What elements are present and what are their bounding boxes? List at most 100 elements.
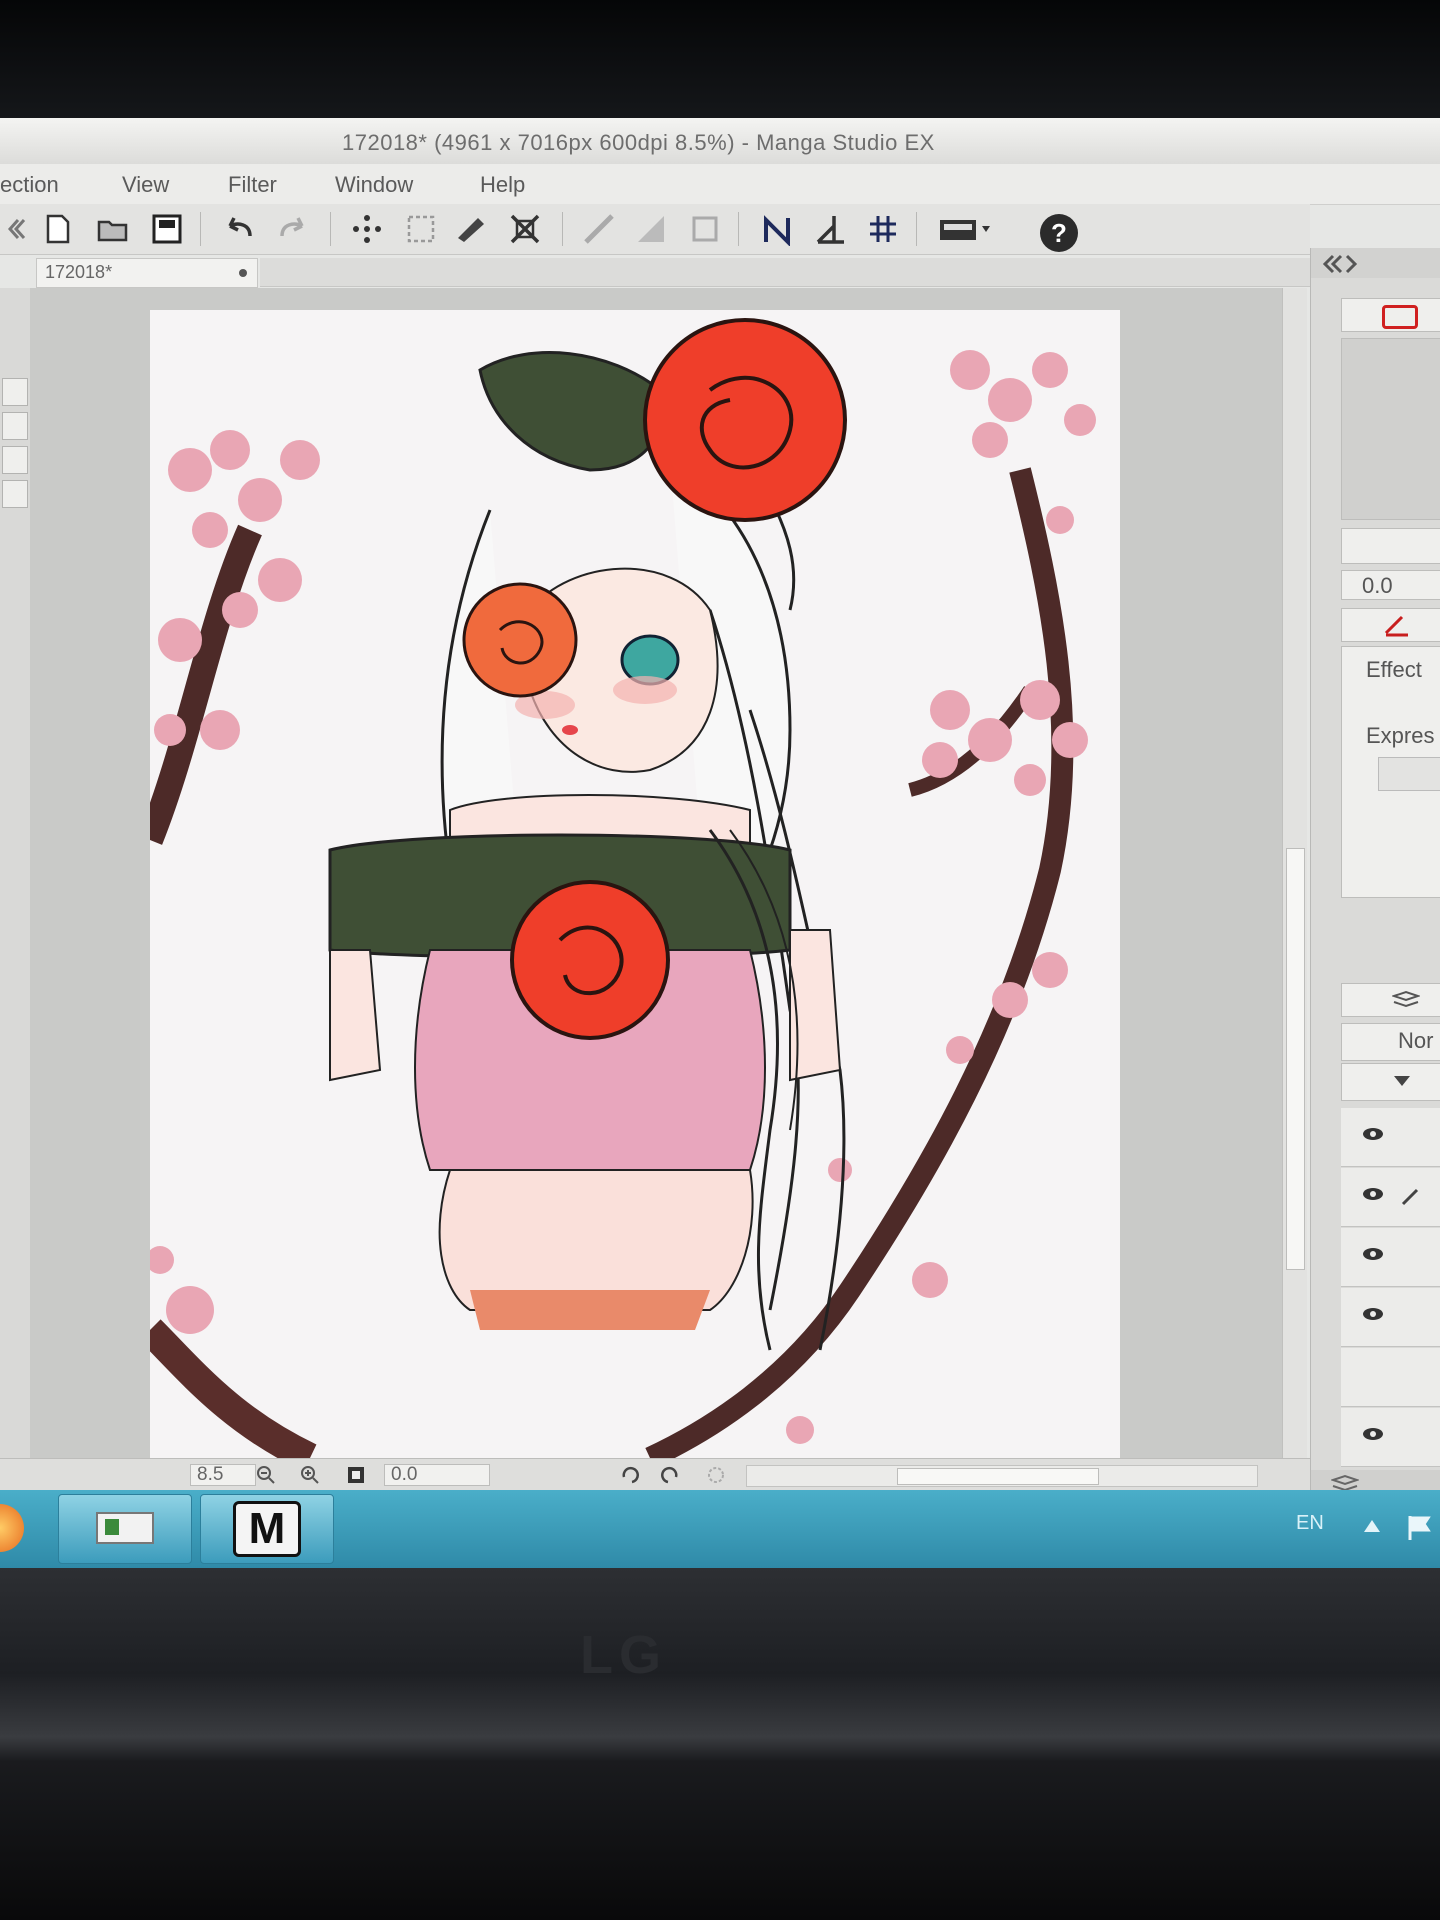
layer-row[interactable] [1341,1408,1440,1467]
save-icon[interactable] [150,212,184,246]
manga-studio-icon: M [233,1501,301,1557]
artwork-illustration [137,318,1096,1472]
horizontal-scroll-thumb[interactable] [897,1468,1099,1485]
zoom-out-icon[interactable] [256,1465,276,1485]
right-panel-header [1311,248,1440,278]
menu-bar: ection View Filter Window Help [0,164,1440,205]
zoom-field[interactable]: 8.5 [190,1464,256,1486]
left-dock [0,288,31,1498]
navigator-tab[interactable] [1341,298,1440,332]
effect-label: Effect [1366,657,1422,682]
toolbar: ? [0,204,1310,255]
toolbar-separator [738,212,739,246]
taskbar-manga-studio-button[interactable]: M [200,1494,334,1564]
properties-panel: Effect Expres [1341,646,1440,898]
action-center-flag-icon[interactable] [1406,1512,1436,1542]
properties-tab[interactable] [1341,608,1440,642]
scroll-up-icon[interactable] [2,412,28,440]
help-icon[interactable]: ? [1040,214,1078,252]
toolbar-separator [200,212,201,246]
blend-mode-value: Nor [1398,1028,1434,1053]
expand-panel-icon[interactable] [1321,254,1361,274]
ruler-icon[interactable] [582,212,616,246]
marquee-icon[interactable] [404,212,438,246]
window-title: 172018* (4961 x 7016px 600dpi 8.5%) - Ma… [342,130,935,155]
canvas-vertical-scrollbar[interactable] [1282,288,1307,1480]
menu-help[interactable]: Help [480,172,525,198]
hand-tool-icon[interactable] [2,480,28,508]
expression-field[interactable] [1378,757,1440,791]
layer-row[interactable] [1341,1348,1440,1407]
layer-row[interactable] [1341,1288,1440,1347]
zoom-tool-icon[interactable] [2,378,28,406]
status-bar: 8.5 0.0 [0,1458,1310,1491]
menu-window[interactable]: Window [335,172,413,198]
eye-icon[interactable] [1363,1428,1383,1440]
layer-row[interactable] [1341,1168,1440,1227]
menu-selection[interactable]: ection [0,172,59,198]
scatter-selection-icon[interactable] [350,212,384,246]
redo-icon[interactable] [276,212,310,246]
snap-ruler-icon[interactable] [760,212,794,246]
right-panel: 0.0 Effect Expres Nor [1310,248,1440,1498]
taskbar: M EN [0,1490,1440,1568]
navigator-preview[interactable] [1341,338,1440,520]
opacity-dropdown[interactable] [1341,1063,1440,1101]
lasso-pen-icon[interactable] [454,212,488,246]
document-tab-label: 172018* [45,262,113,282]
eye-icon[interactable] [1363,1128,1383,1140]
layer-row[interactable] [1341,1108,1440,1167]
rotate-right-icon[interactable] [660,1465,680,1485]
transform-icon[interactable] [508,212,542,246]
layers-tab[interactable] [1341,983,1440,1017]
display-mode-dropdown-icon[interactable] [938,212,998,246]
taskbar-window-button[interactable] [58,1494,192,1564]
chevron-down-icon [1394,1076,1410,1086]
monitor-bezel-bottom: LG [0,1568,1440,1920]
toolbar-separator [330,212,331,246]
new-file-icon[interactable] [40,212,74,246]
monitor-bezel-top [0,0,1440,120]
reset-rotation-icon[interactable] [706,1465,726,1485]
toolbar-separator [916,212,917,246]
triangle-ruler-icon[interactable] [634,212,668,246]
expression-label: Expres [1366,723,1435,748]
navigator-value-field[interactable]: 0.0 [1341,570,1440,600]
rotation-field[interactable]: 0.0 [384,1464,490,1486]
menu-filter[interactable]: Filter [228,172,277,198]
eye-icon[interactable] [1363,1308,1383,1320]
monitor-brand-logo: LG [580,1625,667,1685]
snap-special-ruler-icon[interactable] [814,212,848,246]
zoom-in-icon[interactable] [300,1465,320,1485]
menu-view[interactable]: View [122,172,169,198]
layer-row[interactable] [1341,1228,1440,1287]
open-folder-icon[interactable] [96,212,130,246]
snap-grid-icon[interactable] [866,212,900,246]
toolbar-separator [562,212,563,246]
tray-arrow-up-icon[interactable] [1364,1520,1380,1532]
screen: 172018* (4961 x 7016px 600dpi 8.5%) - Ma… [0,118,1440,1568]
navigator-icon [1382,305,1418,329]
fit-page-icon[interactable] [346,1465,366,1485]
document-tab[interactable]: 172018* [36,258,258,288]
scroll-down-icon[interactable] [2,446,28,474]
frame-icon[interactable] [688,212,722,246]
artwork-canvas[interactable] [137,310,1120,1472]
document-tab-close-icon[interactable] [239,269,247,277]
start-button-icon[interactable] [0,1504,24,1552]
undo-icon[interactable] [222,212,256,246]
blend-mode-select[interactable]: Nor [1341,1023,1440,1061]
rotate-left-icon[interactable] [620,1465,640,1485]
canvas-scroll-thumb[interactable] [1286,848,1305,1270]
navigator-slider[interactable] [1341,528,1440,564]
window-preview-icon [96,1512,154,1544]
language-indicator[interactable]: EN [1296,1512,1324,1535]
horizontal-scrollbar[interactable] [746,1465,1258,1487]
eye-icon[interactable] [1363,1248,1383,1260]
collapse-chevron-icon[interactable] [4,212,26,246]
eye-icon[interactable] [1363,1188,1383,1200]
title-bar: 172018* (4961 x 7016px 600dpi 8.5%) - Ma… [0,118,1440,164]
pen-properties-icon [1384,615,1408,637]
navigator-value: 0.0 [1362,573,1393,598]
layers-icon [1392,990,1420,1008]
